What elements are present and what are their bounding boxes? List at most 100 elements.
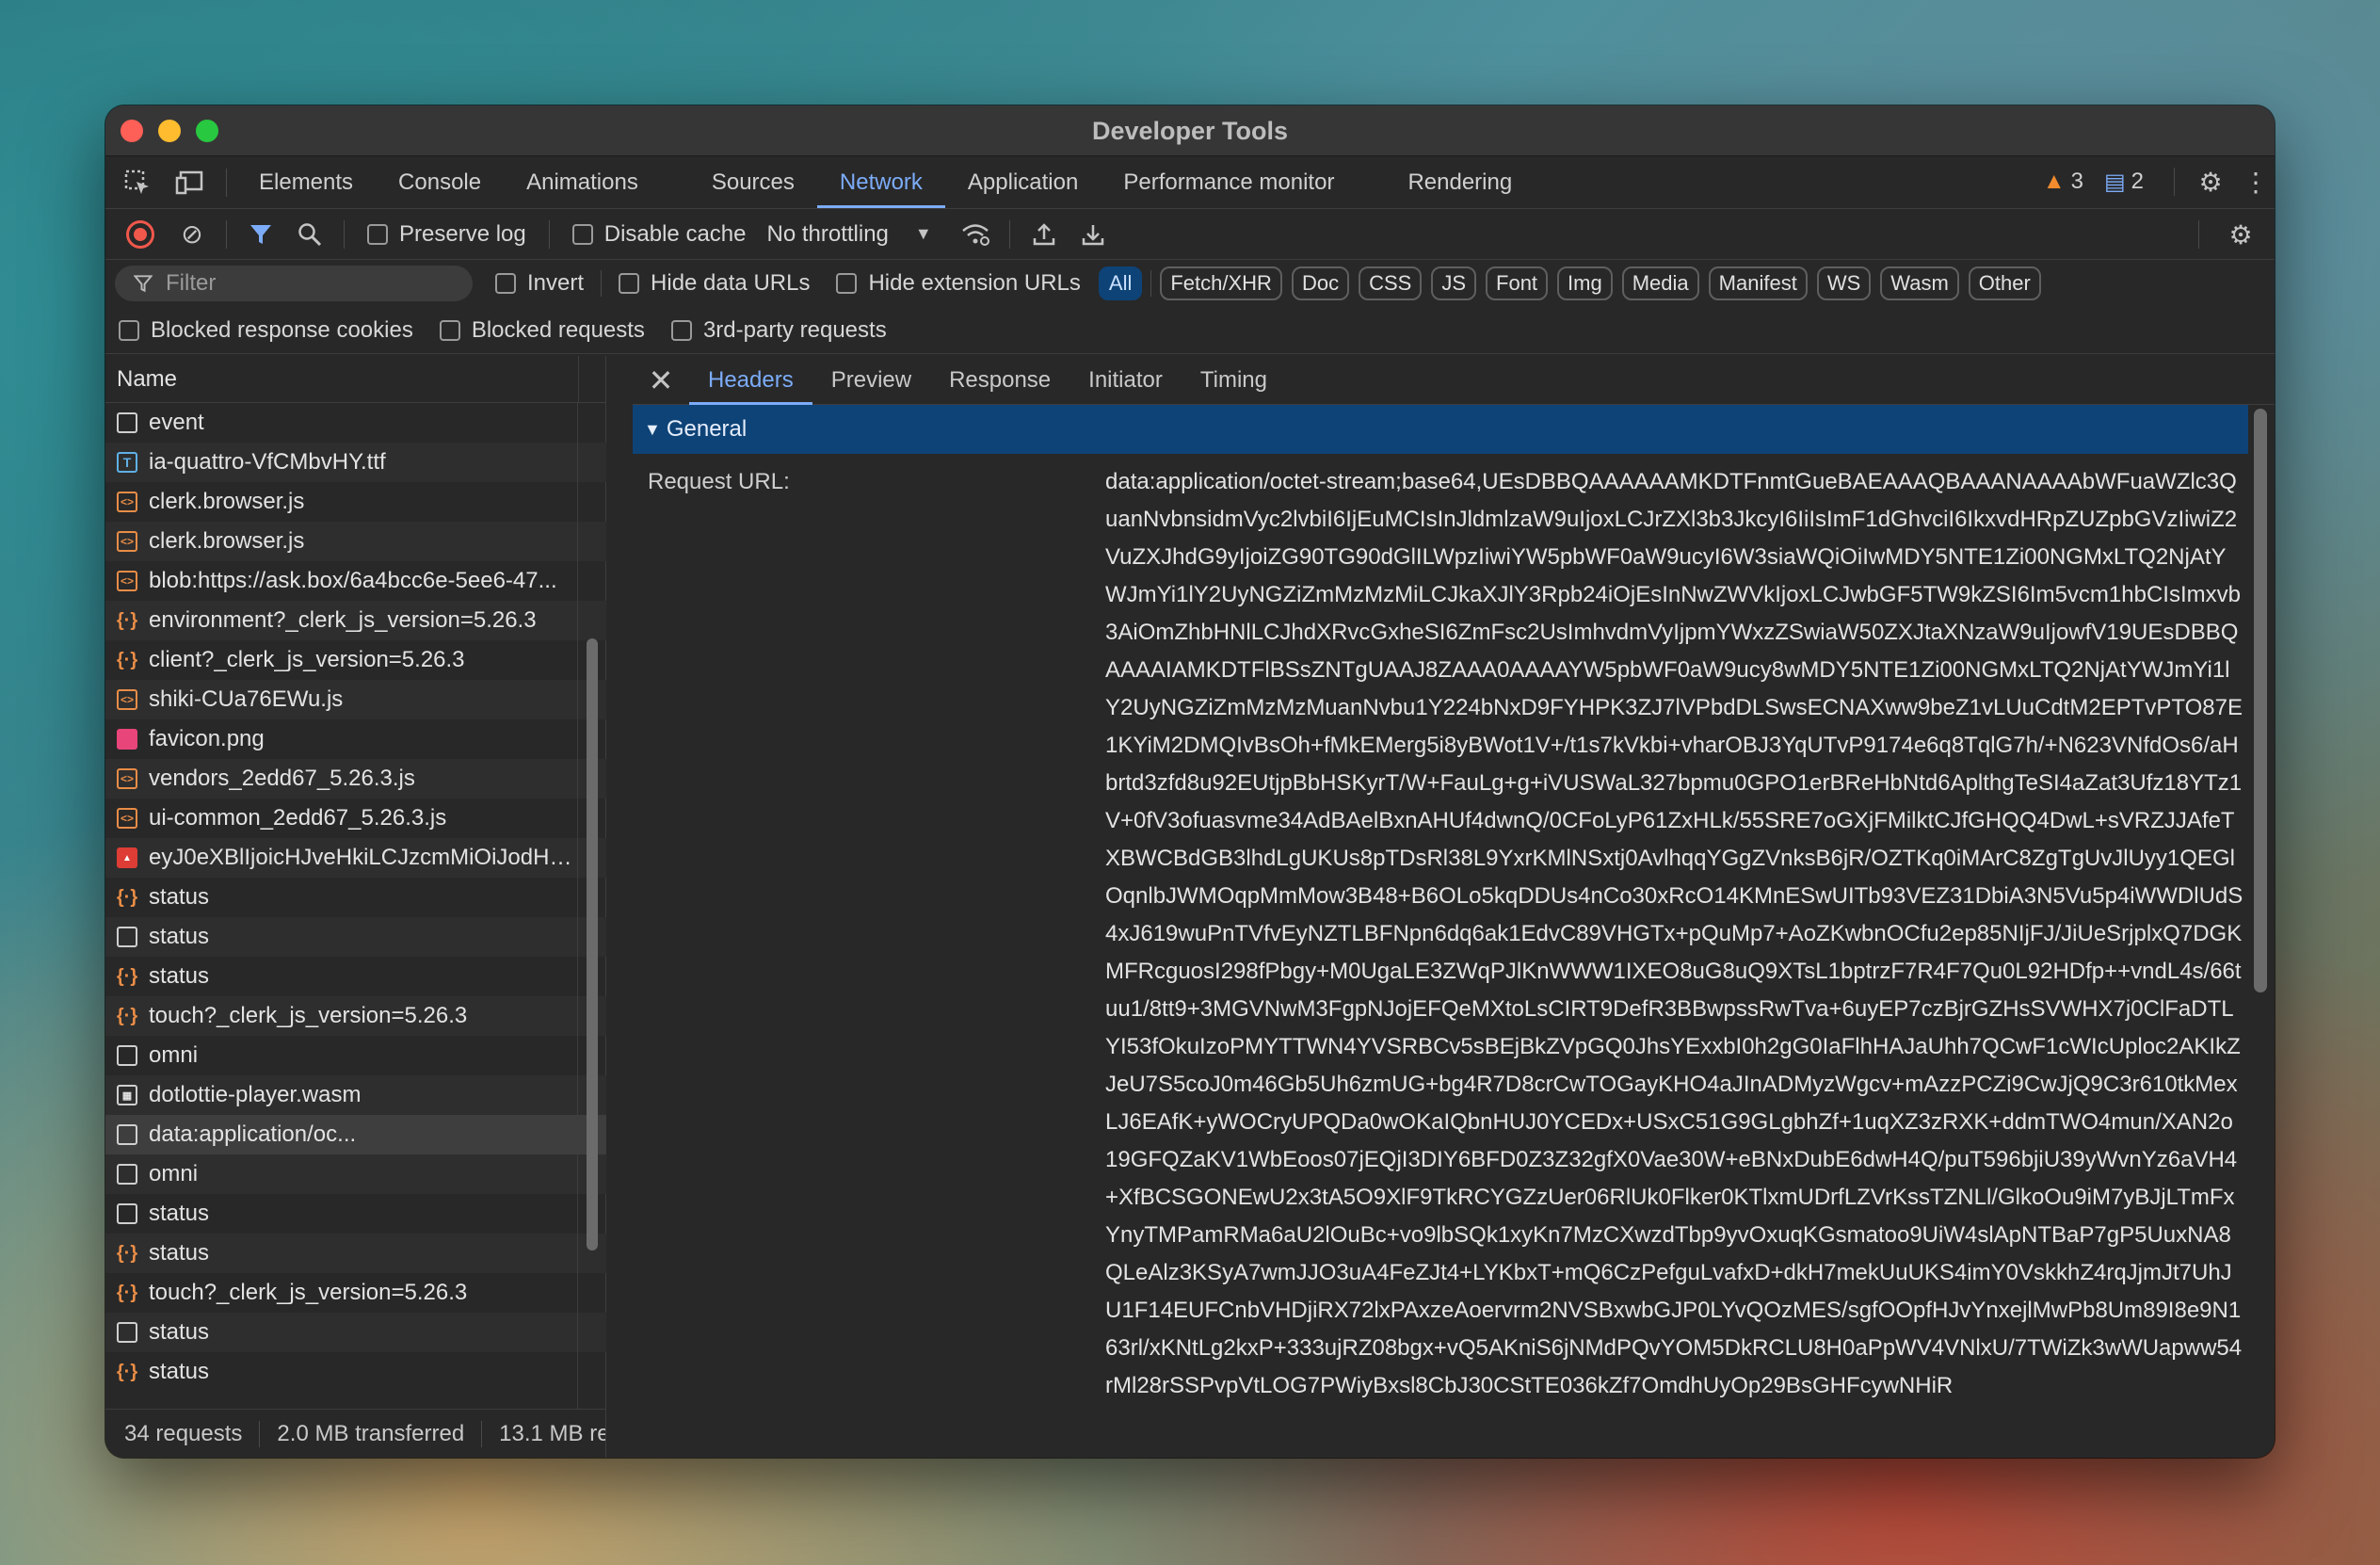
- request-row[interactable]: ▲ eyJ0eXBlIjoicHJveHkiLCJzcmMiOiJodHR...: [105, 838, 606, 878]
- checkbox-box[interactable]: [367, 223, 388, 245]
- request-row[interactable]: {·} environment?_clerk_js_version=5.26.3: [105, 601, 606, 640]
- checkbox-box[interactable]: [439, 319, 460, 341]
- settings-gear-icon[interactable]: ⚙: [2184, 156, 2237, 207]
- type-filter-wasm[interactable]: Wasm: [1880, 266, 1959, 300]
- tab-application[interactable]: Application: [945, 157, 1101, 208]
- request-row[interactable]: favicon.png: [105, 719, 606, 759]
- request-row[interactable]: omni: [105, 1036, 606, 1075]
- close-detail-icon[interactable]: ✕: [633, 363, 689, 398]
- divider: [601, 270, 603, 297]
- clear-icon[interactable]: ⊘: [168, 218, 217, 250]
- search-icon[interactable]: [285, 222, 334, 247]
- checkbox-box[interactable]: [836, 273, 858, 294]
- general-section-header[interactable]: ▼ General: [633, 405, 2248, 454]
- type-filter-ws[interactable]: WS: [1816, 266, 1872, 300]
- import-har-icon[interactable]: [1020, 222, 1069, 247]
- invert-checkbox[interactable]: Invert: [495, 270, 584, 297]
- third-party-requests-checkbox[interactable]: 3rd-party requests: [670, 317, 887, 344]
- record-stop-icon[interactable]: [126, 219, 154, 249]
- request-row[interactable]: <> ui-common_2edd67_5.26.3.js: [105, 799, 606, 838]
- type-filter-doc[interactable]: Doc: [1291, 266, 1350, 300]
- throttling-select[interactable]: No throttling ▼: [766, 221, 931, 248]
- chevron-down-icon: ▼: [914, 224, 932, 243]
- preserve-log-checkbox[interactable]: Preserve log: [367, 221, 526, 248]
- maximize-window-button[interactable]: [196, 120, 218, 142]
- expand-triangle-icon: ▼: [644, 419, 661, 439]
- detail-tab-timing[interactable]: Timing: [1182, 356, 1286, 405]
- warnings-badge[interactable]: ▲ 3: [2043, 169, 2083, 195]
- type-filter-js[interactable]: JS: [1431, 266, 1477, 300]
- request-list-scrollbar-track[interactable]: [577, 403, 605, 1409]
- network-settings-gear-icon[interactable]: ⚙: [2216, 209, 2265, 260]
- detail-tab-bar: ✕ Headers Preview Response Initiator Tim…: [633, 356, 2275, 405]
- network-content: Name event Tia-quattro-VfCMbvHY.ttf <> cler…: [105, 356, 2275, 1458]
- blocked-requests-checkbox[interactable]: Blocked requests: [439, 316, 645, 344]
- type-filter-all[interactable]: All: [1098, 266, 1143, 300]
- messages-badge[interactable]: ▤ 2: [2104, 169, 2144, 196]
- request-list-scrollbar-thumb[interactable]: [587, 638, 598, 1250]
- detail-tab-response[interactable]: Response: [930, 356, 1069, 405]
- filter-funnel-icon[interactable]: [236, 222, 285, 247]
- window-controls: [121, 120, 218, 142]
- tab-animations[interactable]: Animations: [504, 157, 661, 208]
- request-row[interactable]: data:application/oc...: [105, 1115, 606, 1154]
- request-list: event Tia-quattro-VfCMbvHY.ttf <> clerk.bro…: [105, 403, 606, 1392]
- detail-tab-headers[interactable]: Headers: [689, 356, 812, 405]
- type-filter-img[interactable]: Img: [1557, 266, 1613, 300]
- request-row[interactable]: <> clerk.browser.js: [105, 522, 606, 561]
- checkbox-box[interactable]: [670, 319, 692, 341]
- device-toolbar-icon[interactable]: [164, 157, 217, 208]
- type-filter-css[interactable]: CSS: [1359, 266, 1423, 300]
- request-row[interactable]: {·} status: [105, 1234, 606, 1273]
- checkbox-box[interactable]: [619, 273, 640, 294]
- tab-console[interactable]: Console: [376, 157, 504, 208]
- request-row[interactable]: ▦ dotlottie-player.wasm: [105, 1075, 606, 1115]
- request-row[interactable]: <> shiki-CUa76EWu.js: [105, 680, 606, 719]
- request-row[interactable]: {·} touch?_clerk_js_version=5.26.3: [105, 996, 606, 1036]
- export-har-icon[interactable]: [1069, 222, 1118, 247]
- request-row[interactable]: {·} client?_clerk_js_version=5.26.3: [105, 640, 606, 680]
- request-row[interactable]: <> clerk.browser.js: [105, 482, 606, 522]
- type-filter-font[interactable]: Font: [1486, 266, 1549, 300]
- checkbox-box[interactable]: [495, 273, 516, 294]
- tab-performance-monitor[interactable]: Performance monitor: [1101, 157, 1357, 208]
- request-row[interactable]: <> blob:https://ask.box/6a4bcc6e-5ee6-47.…: [105, 561, 606, 601]
- request-row[interactable]: Tia-quattro-VfCMbvHY.ttf: [105, 443, 606, 482]
- tab-network[interactable]: Network: [816, 157, 945, 208]
- hide-data-urls-checkbox[interactable]: Hide data URLs: [619, 270, 810, 297]
- more-options-icon[interactable]: ⋮: [2237, 156, 2275, 207]
- blocked-response-cookies-checkbox[interactable]: Blocked response cookies: [119, 317, 413, 344]
- detail-scrollbar-thumb[interactable]: [2254, 409, 2267, 992]
- blocked-requests-label: Blocked requests: [471, 316, 645, 343]
- request-row[interactable]: status: [105, 917, 606, 957]
- tab-sources[interactable]: Sources: [689, 157, 817, 208]
- request-row[interactable]: status: [105, 1313, 606, 1352]
- type-filter-manifest[interactable]: Manifest: [1708, 266, 1808, 300]
- request-row[interactable]: <> vendors_2edd67_5.26.3.js: [105, 759, 606, 799]
- request-row[interactable]: {·} touch?_clerk_js_version=5.26.3: [105, 1273, 606, 1313]
- minimize-window-button[interactable]: [158, 120, 181, 142]
- request-row[interactable]: {·} status: [105, 957, 606, 996]
- checkbox-box[interactable]: [571, 223, 593, 245]
- detail-tab-preview[interactable]: Preview: [812, 356, 930, 405]
- inspect-element-icon[interactable]: [111, 157, 164, 208]
- request-row[interactable]: omni: [105, 1154, 606, 1194]
- type-filter-fetch-xhr[interactable]: Fetch/XHR: [1160, 266, 1282, 300]
- close-window-button[interactable]: [121, 120, 143, 142]
- checkbox-box[interactable]: [119, 319, 139, 341]
- hide-extension-urls-checkbox[interactable]: Hide extension URLs: [836, 270, 1081, 297]
- tab-elements[interactable]: Elements: [236, 157, 376, 208]
- request-row[interactable]: {·} status: [105, 1352, 606, 1392]
- name-column-header[interactable]: Name: [105, 356, 605, 403]
- blank-icon: [117, 1322, 137, 1343]
- detail-tab-initiator[interactable]: Initiator: [1069, 356, 1182, 405]
- tab-rendering[interactable]: Rendering: [1385, 157, 1535, 208]
- network-conditions-icon[interactable]: [951, 222, 1000, 247]
- disable-cache-checkbox[interactable]: Disable cache: [571, 221, 746, 248]
- type-filter-other[interactable]: Other: [1968, 266, 2041, 300]
- request-row[interactable]: event: [105, 403, 606, 443]
- request-row[interactable]: status: [105, 1194, 606, 1234]
- request-row[interactable]: {·} status: [105, 878, 606, 917]
- type-filter-media[interactable]: Media: [1621, 266, 1699, 300]
- filter-input[interactable]: Filter: [115, 266, 473, 301]
